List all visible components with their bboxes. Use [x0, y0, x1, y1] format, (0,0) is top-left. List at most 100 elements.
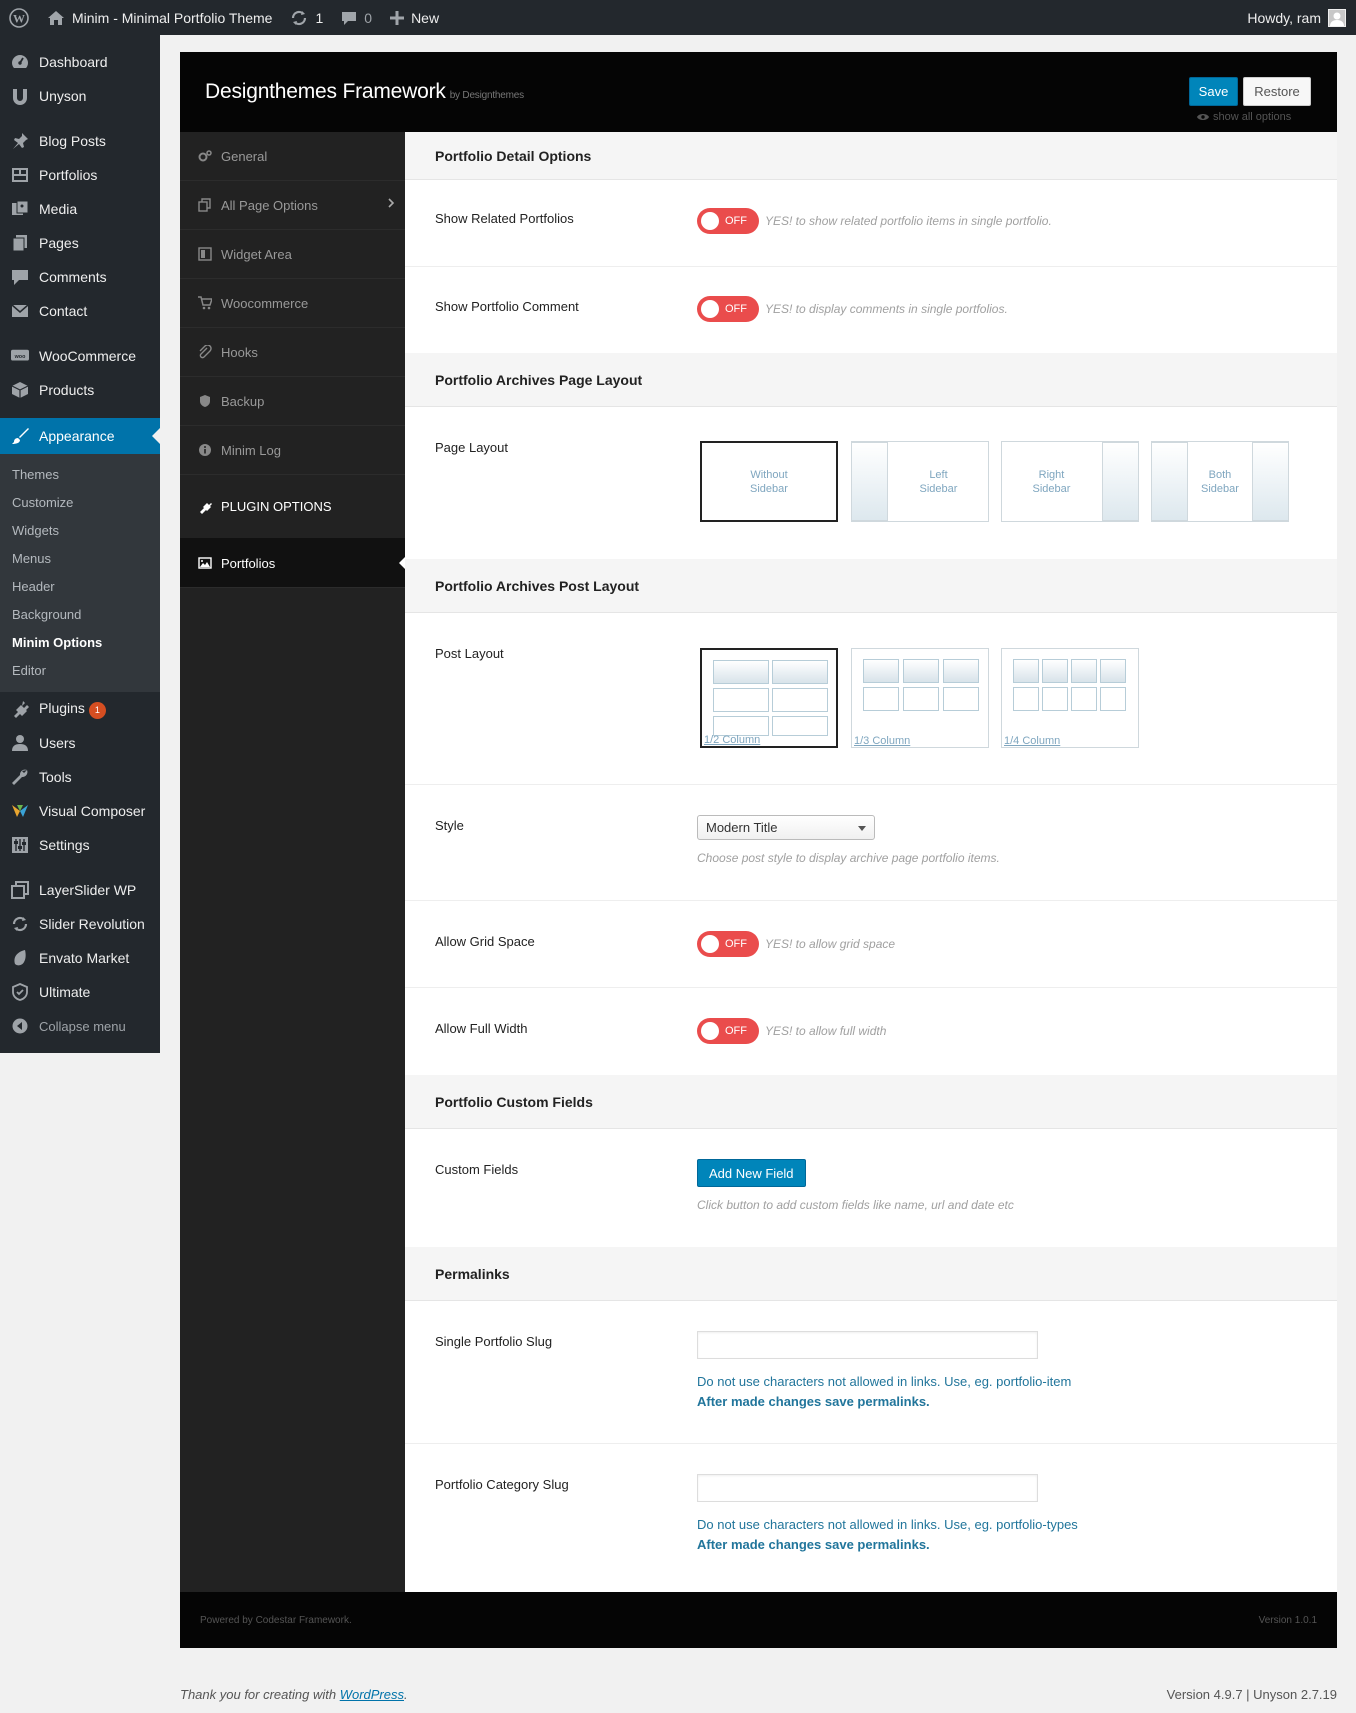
toggle-switch[interactable]: OFF: [697, 208, 759, 234]
comments-count: 0: [364, 9, 373, 26]
nav-label: All Page Options: [221, 197, 318, 213]
comments-link[interactable]: 0: [332, 0, 381, 35]
wordpress-icon: W: [9, 7, 29, 28]
grid-cell: [863, 659, 899, 683]
nav-widget-area[interactable]: Widget Area: [180, 230, 405, 279]
comment-icon: [341, 10, 357, 26]
option-grid-space: Allow Grid Space OFF YES! to allow grid s…: [405, 901, 1337, 988]
submenu-background[interactable]: Background: [0, 600, 160, 628]
submenu-header[interactable]: Header: [0, 572, 160, 600]
post-layout-quarter[interactable]: 1/4 Column: [1001, 648, 1139, 748]
full-width-toggle[interactable]: OFF YES! to allow full width: [697, 1018, 886, 1044]
save-button[interactable]: Save: [1189, 77, 1238, 106]
related-portfolios-toggle[interactable]: OFF YES! to show related portfolio items …: [697, 208, 1052, 234]
menu-pages[interactable]: Pages: [0, 226, 160, 260]
nav-backup[interactable]: Backup: [180, 377, 405, 426]
option-label: Allow Full Width: [435, 1021, 528, 1036]
nav-portfolios[interactable]: Portfolios: [180, 539, 405, 588]
menu-appearance[interactable]: Appearance: [0, 418, 160, 454]
toggle-switch[interactable]: OFF: [697, 1018, 759, 1044]
menu-ultimate[interactable]: Ultimate: [0, 975, 160, 1009]
menu-slider-revolution[interactable]: Slider Revolution: [0, 907, 160, 941]
menu-blog-posts[interactable]: Blog Posts: [0, 124, 160, 158]
post-layout-half[interactable]: 1/2 Column: [700, 648, 838, 748]
new-content-link[interactable]: New: [381, 0, 448, 35]
refresh-icon: [11, 915, 29, 933]
footer-thanks: Thank you for creating with WordPress.: [180, 1687, 408, 1702]
post-layout-third[interactable]: 1/3 Column: [851, 648, 989, 748]
menu-collapse[interactable]: Collapse menu: [0, 1009, 160, 1043]
toggle-switch[interactable]: OFF: [697, 931, 759, 957]
wordpress-logo-menu[interactable]: W: [0, 0, 38, 35]
help-text: YES! to show related portfolio items in …: [765, 214, 1052, 228]
option-label: Post Layout: [435, 646, 504, 661]
menu-portfolios[interactable]: Portfolios: [0, 158, 160, 192]
menu-label: Blog Posts: [39, 133, 106, 149]
wordpress-link[interactable]: WordPress: [340, 1687, 404, 1702]
style-select[interactable]: Modern Title: [697, 815, 875, 840]
menu-contact[interactable]: Contact: [0, 294, 160, 328]
menu-envato-market[interactable]: Envato Market: [0, 941, 160, 975]
my-account-link[interactable]: Howdy, ram: [1238, 0, 1356, 35]
toggle-state: OFF: [725, 938, 747, 950]
nav-woocommerce[interactable]: Woocommerce: [180, 279, 405, 328]
option-post-layout: Post Layout 1/2 Column 1/3 Column 1/4 Co…: [405, 613, 1337, 785]
nav-label: Hooks: [221, 344, 258, 360]
nav-all-page-options[interactable]: All Page Options: [180, 181, 405, 230]
menu-unyson[interactable]: Unyson: [0, 79, 160, 113]
add-new-field-button[interactable]: Add New Field: [697, 1159, 806, 1187]
portfolio-category-slug-input[interactable]: [697, 1474, 1038, 1502]
save-permalinks-note: After made changes save permalinks.: [697, 1535, 1078, 1555]
chevron-right-icon: [387, 198, 395, 208]
option-label: Allow Grid Space: [435, 934, 535, 949]
menu-woocommerce[interactable]: woo WooCommerce: [0, 339, 160, 373]
submenu-widgets[interactable]: Widgets: [0, 516, 160, 544]
sidebar-preview: [1102, 442, 1139, 521]
menu-settings[interactable]: Settings: [0, 828, 160, 862]
menu-media[interactable]: Media: [0, 192, 160, 226]
submenu-customize[interactable]: Customize: [0, 488, 160, 516]
grid-cell: [903, 687, 939, 711]
nav-hooks[interactable]: Hooks: [180, 328, 405, 377]
menu-dashboard[interactable]: Dashboard: [0, 45, 160, 79]
option-category-slug: Portfolio Category Slug Do not use chara…: [405, 1444, 1337, 1586]
submenu-editor[interactable]: Editor: [0, 656, 160, 684]
option-style: Style Modern Title Choose post style to …: [405, 785, 1337, 901]
grid-space-toggle[interactable]: OFF YES! to allow grid space: [697, 931, 895, 957]
toggle-switch[interactable]: OFF: [697, 296, 759, 322]
grid-cell: [772, 688, 828, 712]
post-layout-caption: 1/2 Column: [704, 734, 761, 746]
menu-comments[interactable]: Comments: [0, 260, 160, 294]
option-full-width: Allow Full Width OFF YES! to allow full w…: [405, 988, 1337, 1075]
portfolio-comment-toggle[interactable]: OFF YES! to display comments in single po…: [697, 296, 1008, 322]
framework-panel: Designthemes Framework by Designthemes Sa…: [180, 52, 1337, 1648]
menu-layerslider[interactable]: LayerSlider WP: [0, 873, 160, 907]
menu-plugins[interactable]: Plugins 1: [0, 692, 160, 726]
updates-link[interactable]: 1: [281, 0, 332, 35]
menu-products[interactable]: Products: [0, 373, 160, 407]
layout-without-sidebar[interactable]: Without Sidebar: [700, 441, 838, 522]
option-field: Do not use characters not allowed in lin…: [697, 1474, 1078, 1555]
site-name-link[interactable]: Minim - Minimal Portfolio Theme: [38, 0, 281, 35]
restore-button[interactable]: Restore: [1243, 77, 1311, 106]
grid-cell: [1013, 687, 1039, 711]
nav-general[interactable]: General: [180, 132, 405, 181]
menu-users[interactable]: Users: [0, 726, 160, 760]
layout-both-sidebar[interactable]: Both Sidebar: [1151, 441, 1289, 522]
submenu-menus[interactable]: Menus: [0, 544, 160, 572]
submenu-minim-options[interactable]: Minim Options: [0, 628, 160, 656]
period-text: .: [404, 1687, 408, 1702]
layout-left-sidebar[interactable]: Left Sidebar: [851, 441, 989, 522]
layout-right-sidebar[interactable]: Right Sidebar: [1001, 441, 1139, 522]
save-permalinks-text: After made changes save permalinks.: [697, 1537, 930, 1552]
menu-visual-composer[interactable]: Visual Composer: [0, 794, 160, 828]
options-content: Portfolio Detail Options Show Related Po…: [405, 132, 1337, 1592]
menu-tools[interactable]: Tools: [0, 760, 160, 794]
cogs-icon: [198, 149, 212, 163]
single-portfolio-slug-input[interactable]: [697, 1331, 1038, 1359]
submenu-themes[interactable]: Themes: [0, 460, 160, 488]
option-field: Do not use characters not allowed in lin…: [697, 1331, 1071, 1412]
show-all-options-link[interactable]: show all options: [1197, 111, 1291, 123]
nav-minim-log[interactable]: Minim Log: [180, 426, 405, 475]
media-icon: [11, 200, 29, 218]
